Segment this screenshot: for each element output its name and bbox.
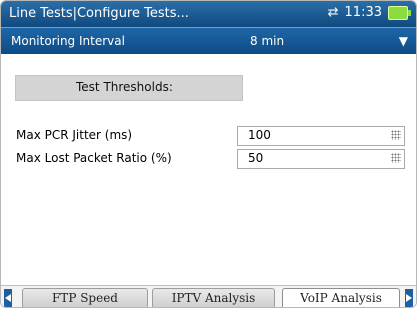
keypad-icon[interactable] [391,153,401,163]
tab-ftp-speed[interactable]: FTP Speed [22,288,148,307]
tab-scroll-right-icon[interactable] [405,289,413,307]
app-window: Line Tests|Configure Tests... ⇄ 11:33 Mo… [0,0,417,308]
dropdown-arrow-icon[interactable]: ▼ [399,34,408,48]
max-lost-packet-ratio-label: Max Lost Packet Ratio (%) [16,151,172,165]
battery-icon [388,5,411,20]
max-pcr-jitter-label: Max PCR Jitter (ms) [16,128,133,142]
tab-scroll-left-icon[interactable] [4,289,12,307]
max-pcr-jitter-input[interactable]: 100 [237,126,405,146]
network-transfer-icon: ⇄ [327,5,339,20]
window-title: Line Tests|Configure Tests... [9,6,189,21]
monitoring-interval-label: Monitoring Interval [11,34,125,48]
tab-bar: FTP Speed IPTV Analysis VoIP Analysis [1,285,416,307]
status-area: ⇄ 11:33 [327,5,411,20]
monitoring-interval-value[interactable]: 8 min [250,34,284,48]
monitoring-interval-selector[interactable]: Monitoring Interval 8 min ▼ [1,27,416,54]
max-lost-packet-ratio-value[interactable]: 50 [248,151,263,165]
test-thresholds-header: Test Thresholds: [15,75,243,101]
test-thresholds-title: Test Thresholds: [76,80,173,94]
clock: 11:33 [344,5,382,20]
tab-voip-analysis[interactable]: VoIP Analysis [282,288,400,307]
max-pcr-jitter-value[interactable]: 100 [248,128,271,142]
title-bar: Line Tests|Configure Tests... ⇄ 11:33 [1,1,416,27]
keypad-icon[interactable] [391,130,401,140]
tab-iptv-analysis[interactable]: IPTV Analysis [152,288,275,307]
max-lost-packet-ratio-input[interactable]: 50 [237,149,405,169]
